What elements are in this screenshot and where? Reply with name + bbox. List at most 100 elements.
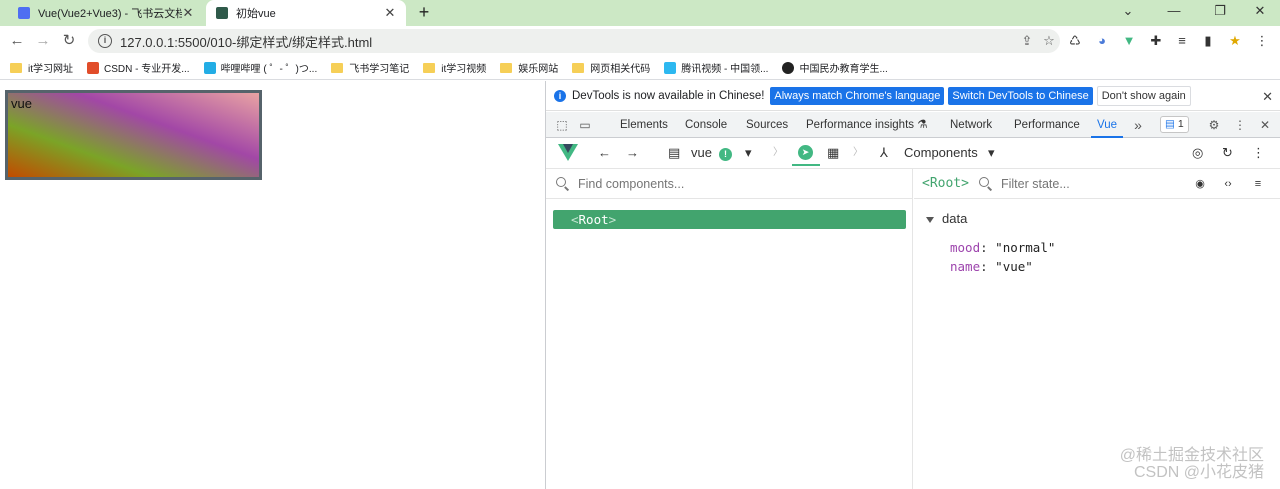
- folder-icon: [10, 62, 22, 73]
- tencent-video-icon: [664, 61, 677, 74]
- state-inspector-pane: <Root> ◉ ‹› ≡ data mood: "normal" name: …: [914, 169, 1280, 489]
- bookmark-edu[interactable]: 中国民办教育学生...: [782, 60, 888, 75]
- bookmark-csdn[interactable]: CSDN - 专业开发...: [87, 60, 190, 75]
- find-components-input[interactable]: [578, 176, 778, 191]
- inspect-element-icon[interactable]: ⬚: [554, 117, 570, 133]
- extension-icon[interactable]: ◕: [1093, 32, 1111, 50]
- tree-node-root[interactable]: <Root>: [553, 210, 906, 229]
- state-property[interactable]: mood: "normal": [950, 240, 1055, 255]
- filter-state-input[interactable]: [1000, 176, 1151, 191]
- restore-button[interactable]: ❐: [1200, 0, 1240, 22]
- folder-icon: [500, 62, 513, 73]
- chrome-menu-icon[interactable]: ⋮: [1253, 32, 1271, 50]
- info-icon: i: [554, 89, 566, 102]
- more-options-icon[interactable]: ⋮: [1252, 144, 1265, 162]
- folder-icon: [572, 62, 585, 73]
- tab-elements[interactable]: Elements: [620, 112, 668, 138]
- profile-avatar-icon[interactable]: ★: [1226, 32, 1244, 50]
- bookmarks-bar: it学习网址 CSDN - 专业开发... 哔哩哔哩 ( ゜- ゜)つ... 飞…: [0, 56, 1280, 80]
- tab-sources[interactable]: Sources: [746, 112, 788, 138]
- close-devtools-icon[interactable]: ✕: [1257, 117, 1273, 133]
- compass-icon: ➤: [798, 145, 813, 160]
- forward-arrow-icon[interactable]: →: [626, 144, 639, 162]
- bookmark-bilibili[interactable]: 哔哩哔哩 ( ゜- ゜)つ...: [203, 60, 317, 75]
- vue-devtools-extension-icon[interactable]: ▼: [1120, 32, 1138, 50]
- bookmark-folder[interactable]: it学习网址: [10, 60, 73, 75]
- url-text[interactable]: 127.0.0.1:5500/010-绑定样式/绑定样式.html: [120, 32, 1016, 51]
- timeline-icon[interactable]: ▦: [827, 144, 839, 162]
- close-tab-icon[interactable]: ✕: [182, 5, 194, 21]
- data-section-toggle[interactable]: data: [926, 211, 967, 226]
- components-selector[interactable]: Components: [904, 144, 978, 162]
- code-icon[interactable]: ‹›: [1220, 176, 1236, 192]
- bookmark-folder[interactable]: 飞书学习笔记: [331, 60, 409, 75]
- more-tabs-icon[interactable]: »: [1130, 117, 1146, 133]
- bookmark-folder[interactable]: 娱乐网站: [500, 60, 558, 75]
- switch-to-chinese-button[interactable]: Switch DevTools to Chinese: [948, 86, 1093, 105]
- folder-icon: [423, 62, 436, 73]
- reload-button[interactable]: ↻: [58, 30, 80, 52]
- close-banner-icon[interactable]: ✕: [1262, 89, 1273, 105]
- app-icon: ▤: [668, 145, 681, 160]
- tab-vue[interactable]: Vue: [1090, 112, 1124, 138]
- tab-strip: Vue(Vue2+Vue3) - 飞书云文档 ✕ 初始vue ✕ + ⌄ — ❐…: [0, 0, 1280, 26]
- separator: 〉: [853, 147, 863, 158]
- inspector-tab[interactable]: ➤: [792, 142, 820, 166]
- tab-network[interactable]: Network: [950, 112, 992, 138]
- selected-component-label: <Root>: [922, 176, 969, 191]
- tab-search-chevron-icon[interactable]: ⌄: [1108, 0, 1148, 22]
- state-property[interactable]: name: "vue": [950, 259, 1033, 274]
- minimize-button[interactable]: —: [1154, 0, 1194, 22]
- search-icon: [978, 176, 993, 191]
- bookmark-tencent-video[interactable]: 腾讯视频 - 中国领...: [664, 60, 768, 75]
- issues-badge[interactable]: ▤ 1: [1160, 116, 1189, 133]
- address-bar[interactable]: i 127.0.0.1:5500/010-绑定样式/绑定样式.html ⇪ ☆: [88, 29, 1060, 53]
- share-icon[interactable]: ⇪: [1016, 33, 1038, 49]
- close-window-button[interactable]: ✕: [1240, 0, 1280, 22]
- site-info-icon[interactable]: i: [98, 34, 112, 48]
- target-select-icon[interactable]: ◎: [1192, 144, 1203, 162]
- extension-icon[interactable]: ♺: [1066, 32, 1084, 50]
- close-tab-icon[interactable]: ✕: [384, 5, 396, 21]
- component-tree-pane: <Root>: [546, 169, 913, 489]
- forward-button[interactable]: →: [32, 30, 54, 52]
- back-arrow-icon[interactable]: ←: [598, 144, 611, 162]
- issues-icon: ▤: [1165, 118, 1175, 130]
- back-button[interactable]: ←: [6, 30, 28, 52]
- tab-vue-page[interactable]: 初始vue ✕: [206, 0, 406, 26]
- always-match-language-button[interactable]: Always match Chrome's language: [770, 86, 945, 105]
- box-text: vue: [11, 96, 32, 111]
- reading-list-icon[interactable]: ≡: [1173, 32, 1191, 50]
- tab-console[interactable]: Console: [685, 112, 727, 138]
- navigation-bar: ← → ↻ i 127.0.0.1:5500/010-绑定样式/绑定样式.htm…: [0, 26, 1280, 56]
- chevron-down-icon[interactable]: ▾: [745, 144, 752, 162]
- tab-feishu-doc[interactable]: Vue(Vue2+Vue3) - 飞书云文档 ✕: [8, 0, 204, 26]
- styled-gradient-box: vue: [5, 90, 262, 180]
- tab-title: Vue(Vue2+Vue3) - 飞书云文档: [38, 8, 182, 20]
- device-toolbar-icon[interactable]: ▭: [577, 117, 593, 133]
- app-selector[interactable]: vue: [691, 144, 712, 162]
- collapse-icon[interactable]: ≡: [1250, 176, 1266, 192]
- root-node-label: Root: [578, 212, 609, 227]
- devtools-menu-icon[interactable]: ⋮: [1232, 117, 1248, 133]
- bookmark-folder[interactable]: 网页相关代码: [572, 60, 650, 75]
- tab-performance[interactable]: Performance: [1014, 112, 1080, 138]
- eye-icon[interactable]: ◉: [1192, 176, 1208, 192]
- devtools-panel: i DevTools is now available in Chinese! …: [545, 81, 1280, 489]
- feishu-doc-icon: [18, 7, 30, 19]
- dont-show-again-button[interactable]: Don't show again: [1096, 85, 1191, 106]
- component-search: [546, 169, 913, 199]
- bookmark-folder[interactable]: it学习视频: [423, 60, 486, 75]
- refresh-icon[interactable]: ↻: [1222, 144, 1233, 162]
- settings-gear-icon[interactable]: ⚙: [1206, 117, 1222, 133]
- side-panel-icon[interactable]: ▮: [1199, 32, 1217, 50]
- components-tree-icon: ⅄: [880, 145, 888, 160]
- chevron-down-icon[interactable]: ▾: [988, 144, 995, 162]
- folder-icon: [331, 62, 344, 73]
- bookmark-star-icon[interactable]: ☆: [1038, 33, 1060, 49]
- globe-icon: [782, 61, 795, 74]
- devtools-tabbar: ⬚ ▭ Elements Console Sources Performance…: [546, 112, 1280, 138]
- tab-performance-insights[interactable]: Performance insights ⚗: [806, 112, 928, 138]
- new-tab-button[interactable]: +: [414, 2, 434, 22]
- extensions-puzzle-icon[interactable]: ✚: [1147, 32, 1165, 50]
